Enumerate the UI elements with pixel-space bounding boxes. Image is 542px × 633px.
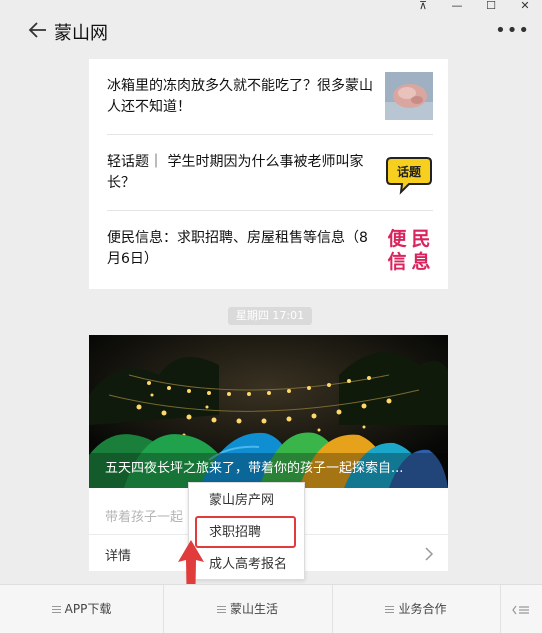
hero-image[interactable]: 五天四夜长坪之旅来了，带着你的孩子一起探索自... — [89, 335, 448, 488]
top-bar: 蒙山网 ••• — [0, 10, 542, 50]
logo-char: 民 — [411, 228, 430, 250]
bubble-label: 话题 — [397, 164, 422, 179]
menu-label: 业务合作 — [398, 602, 447, 616]
article-title: 轻话题｜ 学生时期因为什么事被老师叫家长？ — [107, 154, 364, 191]
logo-char: 息 — [411, 250, 430, 272]
frozen-meat-thumbnail — [385, 72, 433, 120]
chevron-right-icon — [424, 546, 434, 565]
detail-link[interactable]: 详情 — [105, 545, 131, 564]
feature-subtitle: 带着孩子一起 — [105, 510, 184, 525]
page-title: 蒙山网 — [54, 23, 108, 44]
article-item[interactable]: 冰箱里的冻肉放多久就不能吃了？很多蒙山人还不知道！ — [107, 59, 433, 135]
menu-business[interactable]: 业务合作 — [332, 585, 500, 633]
more-options-icon[interactable]: ••• — [495, 20, 530, 41]
menu-label: APP下载 — [64, 602, 112, 616]
article-title: 冰箱里的冻肉放多久就不能吃了？很多蒙山人还不知道！ — [107, 78, 373, 115]
hero-title: 五天四夜长坪之旅来了，带着你的孩子一起探索自... — [105, 461, 404, 476]
menu-mengshan-life[interactable]: 蒙山生活 — [163, 585, 332, 633]
menu-label: 蒙山生活 — [229, 602, 278, 616]
article-title: 便民信息：求职招聘、房屋租售等信息（8月6日） — [107, 230, 368, 267]
menu-app-download[interactable]: APP下载 — [0, 585, 163, 633]
menu-icon — [385, 606, 395, 613]
bottom-menu-bar: APP下载 蒙山生活 业务合作 — [0, 584, 542, 633]
message-timestamp: 星期四 17:01 — [228, 307, 312, 325]
menu-icon — [51, 606, 61, 613]
article-item[interactable]: 便民信息：求职招聘、房屋租售等信息（8月6日） 便 民 信 息 — [107, 211, 433, 287]
menu-icon — [216, 606, 226, 613]
keyboard-toggle-icon[interactable] — [500, 585, 542, 633]
bianmin-xinxi-logo: 便 民 信 息 — [385, 224, 433, 273]
article-list-card: 冰箱里的冻肉放多久就不能吃了？很多蒙山人还不知道！ 轻话题｜ 学生时期因为什么事… — [89, 59, 448, 289]
popup-item-house[interactable]: 蒙山房产网 — [189, 485, 304, 517]
logo-char: 信 — [387, 250, 406, 272]
article-item[interactable]: 轻话题｜ 学生时期因为什么事被老师叫家长？ 话题 — [107, 135, 433, 211]
back-arrow-icon[interactable] — [26, 18, 50, 42]
popup-item-exam[interactable]: 成人高考报名 — [189, 549, 304, 581]
highlight-box — [195, 516, 296, 548]
logo-char: 便 — [387, 228, 407, 250]
speech-bubble-icon: 话题 — [385, 148, 433, 196]
